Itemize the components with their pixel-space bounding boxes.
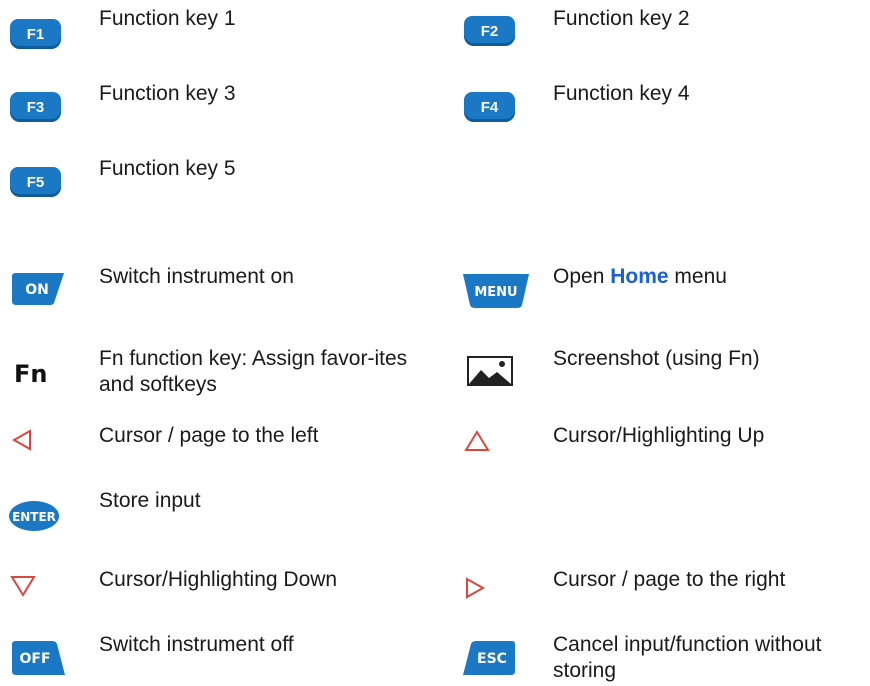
svg-text:ESC: ESC	[477, 651, 507, 667]
f2-key-icon: F2	[464, 16, 515, 46]
f5-key-icon: F5	[10, 167, 61, 197]
menu-description: Open Home menu	[553, 265, 727, 288]
svg-text:ENTER: ENTER	[12, 510, 56, 524]
screenshot-description: Screenshot (using Fn)	[553, 347, 760, 370]
left-description: Cursor / page to the left	[99, 424, 319, 447]
on-key-icon: ON	[10, 272, 66, 306]
svg-text:OFF: OFF	[19, 651, 50, 667]
off-key-icon: OFF	[10, 640, 66, 676]
enter-description: Store input	[99, 489, 201, 512]
fn-key-icon: Fn	[14, 360, 48, 388]
triangle-left-icon	[10, 428, 34, 452]
triangle-down-icon	[10, 574, 36, 598]
f1-description: Function key 1	[99, 7, 236, 30]
svg-text:ON: ON	[25, 282, 49, 298]
up-description: Cursor/Highlighting Up	[553, 424, 765, 447]
triangle-up-icon	[464, 429, 490, 453]
esc-key-icon: ESC	[462, 640, 516, 676]
f3-description: Function key 3	[99, 82, 236, 105]
triangle-right-icon	[463, 576, 487, 600]
f4-key-icon: F4	[464, 92, 515, 122]
fn-description: Fn function key: Assign favor-ites and s…	[99, 347, 408, 396]
enter-key-icon: ENTER	[8, 500, 60, 532]
f2-description: Function key 2	[553, 7, 690, 30]
down-description: Cursor/Highlighting Down	[99, 568, 338, 591]
right-description: Cursor / page to the right	[553, 568, 786, 591]
svg-text:MENU: MENU	[474, 285, 517, 300]
f4-description: Function key 4	[553, 82, 690, 105]
on-description: Switch instrument on	[99, 265, 294, 288]
esc-description: Cancel input/function without storing	[553, 633, 822, 682]
image-icon	[467, 356, 513, 386]
home-menu-name: Home	[610, 265, 669, 288]
f5-description: Function key 5	[99, 157, 236, 180]
off-description: Switch instrument off	[99, 633, 294, 656]
menu-key-icon: MENU	[462, 273, 530, 309]
f3-key-icon: F3	[10, 92, 61, 122]
f1-key-icon: F1	[10, 19, 61, 49]
